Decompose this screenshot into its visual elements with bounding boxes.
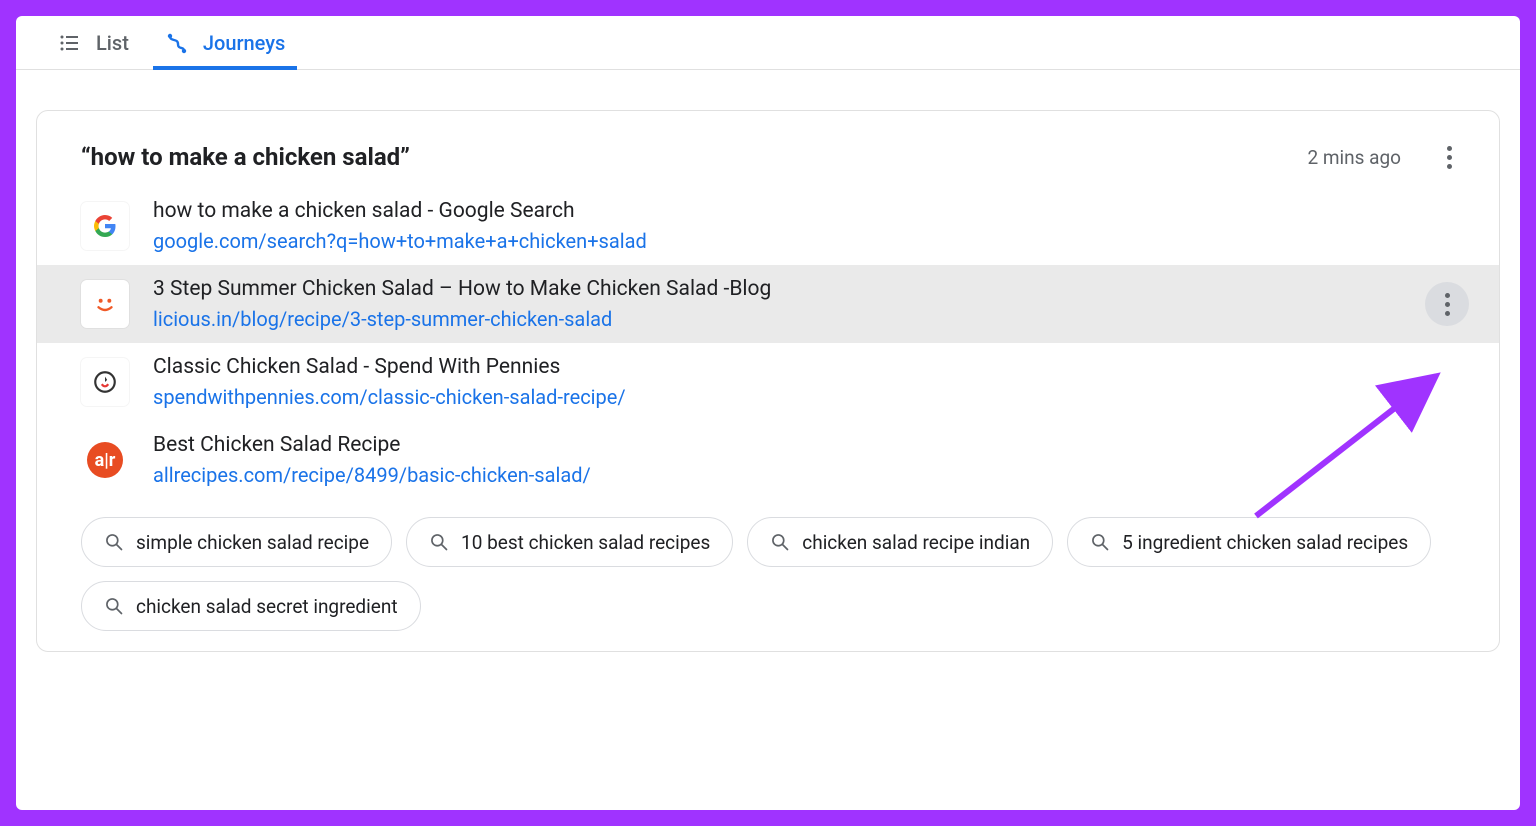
chip-label: simple chicken salad recipe	[136, 531, 369, 554]
journey-header: “how to make a chicken salad” 2 mins ago	[37, 111, 1499, 187]
tab-journeys-label: Journeys	[203, 31, 285, 55]
related-chip[interactable]: 5 ingredient chicken salad recipes	[1067, 517, 1431, 567]
search-icon	[1090, 532, 1110, 552]
favicon-spendwithpennies	[81, 358, 129, 406]
favicon-allrecipes: a|r	[81, 436, 129, 484]
entry-title: Best Chicken Salad Recipe	[153, 433, 1469, 457]
entry-url: spendwithpennies.com/classic-chicken-sal…	[153, 385, 1469, 409]
journey-card: “how to make a chicken salad” 2 mins ago…	[36, 110, 1500, 652]
journey-query: “how to make a chicken salad”	[81, 143, 1307, 171]
favicon-licious	[81, 280, 129, 328]
journey-menu-button[interactable]	[1429, 137, 1469, 177]
tabs-bar: List Journeys	[16, 16, 1520, 70]
history-entry[interactable]: how to make a chicken salad - Google Sea…	[37, 187, 1499, 265]
more-vert-icon	[1445, 293, 1450, 316]
entry-title: 3 Step Summer Chicken Salad – How to Mak…	[153, 277, 1401, 301]
related-chip[interactable]: simple chicken salad recipe	[81, 517, 392, 567]
related-chip[interactable]: 10 best chicken salad recipes	[406, 517, 733, 567]
history-entry[interactable]: a|r Best Chicken Salad Recipe allrecipes…	[37, 421, 1499, 499]
search-icon	[429, 532, 449, 552]
entry-menu-button[interactable]	[1425, 282, 1469, 326]
tab-list-label: List	[96, 31, 129, 55]
search-icon	[770, 532, 790, 552]
chip-label: 10 best chicken salad recipes	[461, 531, 710, 554]
app-frame: List Journeys “how to make a chicken sal…	[16, 16, 1520, 810]
list-icon	[58, 31, 82, 55]
related-chip[interactable]: chicken salad secret ingredient	[81, 581, 421, 631]
history-entry[interactable]: Classic Chicken Salad - Spend With Penni…	[37, 343, 1499, 421]
search-icon	[104, 596, 124, 616]
entry-url: google.com/search?q=how+to+make+a+chicke…	[153, 229, 1469, 253]
favicon-google	[81, 202, 129, 250]
entry-url: allrecipes.com/recipe/8499/basic-chicken…	[153, 463, 1469, 487]
chip-label: chicken salad recipe indian	[802, 531, 1030, 554]
chip-label: 5 ingredient chicken salad recipes	[1122, 531, 1408, 554]
related-chip[interactable]: chicken salad recipe indian	[747, 517, 1053, 567]
entry-title: how to make a chicken salad - Google Sea…	[153, 199, 1469, 223]
more-vert-icon	[1447, 146, 1452, 169]
related-searches: simple chicken salad recipe 10 best chic…	[37, 499, 1499, 631]
entry-url: licious.in/blog/recipe/3-step-summer-chi…	[153, 307, 1401, 331]
journey-timestamp: 2 mins ago	[1307, 146, 1401, 169]
journeys-icon	[165, 31, 189, 55]
history-entry-highlighted[interactable]: 3 Step Summer Chicken Salad – How to Mak…	[37, 265, 1499, 343]
chip-label: chicken salad secret ingredient	[136, 595, 398, 618]
tab-list[interactable]: List	[58, 16, 129, 69]
search-icon	[104, 532, 124, 552]
entry-title: Classic Chicken Salad - Spend With Penni…	[153, 355, 1469, 379]
tab-journeys[interactable]: Journeys	[165, 16, 285, 69]
